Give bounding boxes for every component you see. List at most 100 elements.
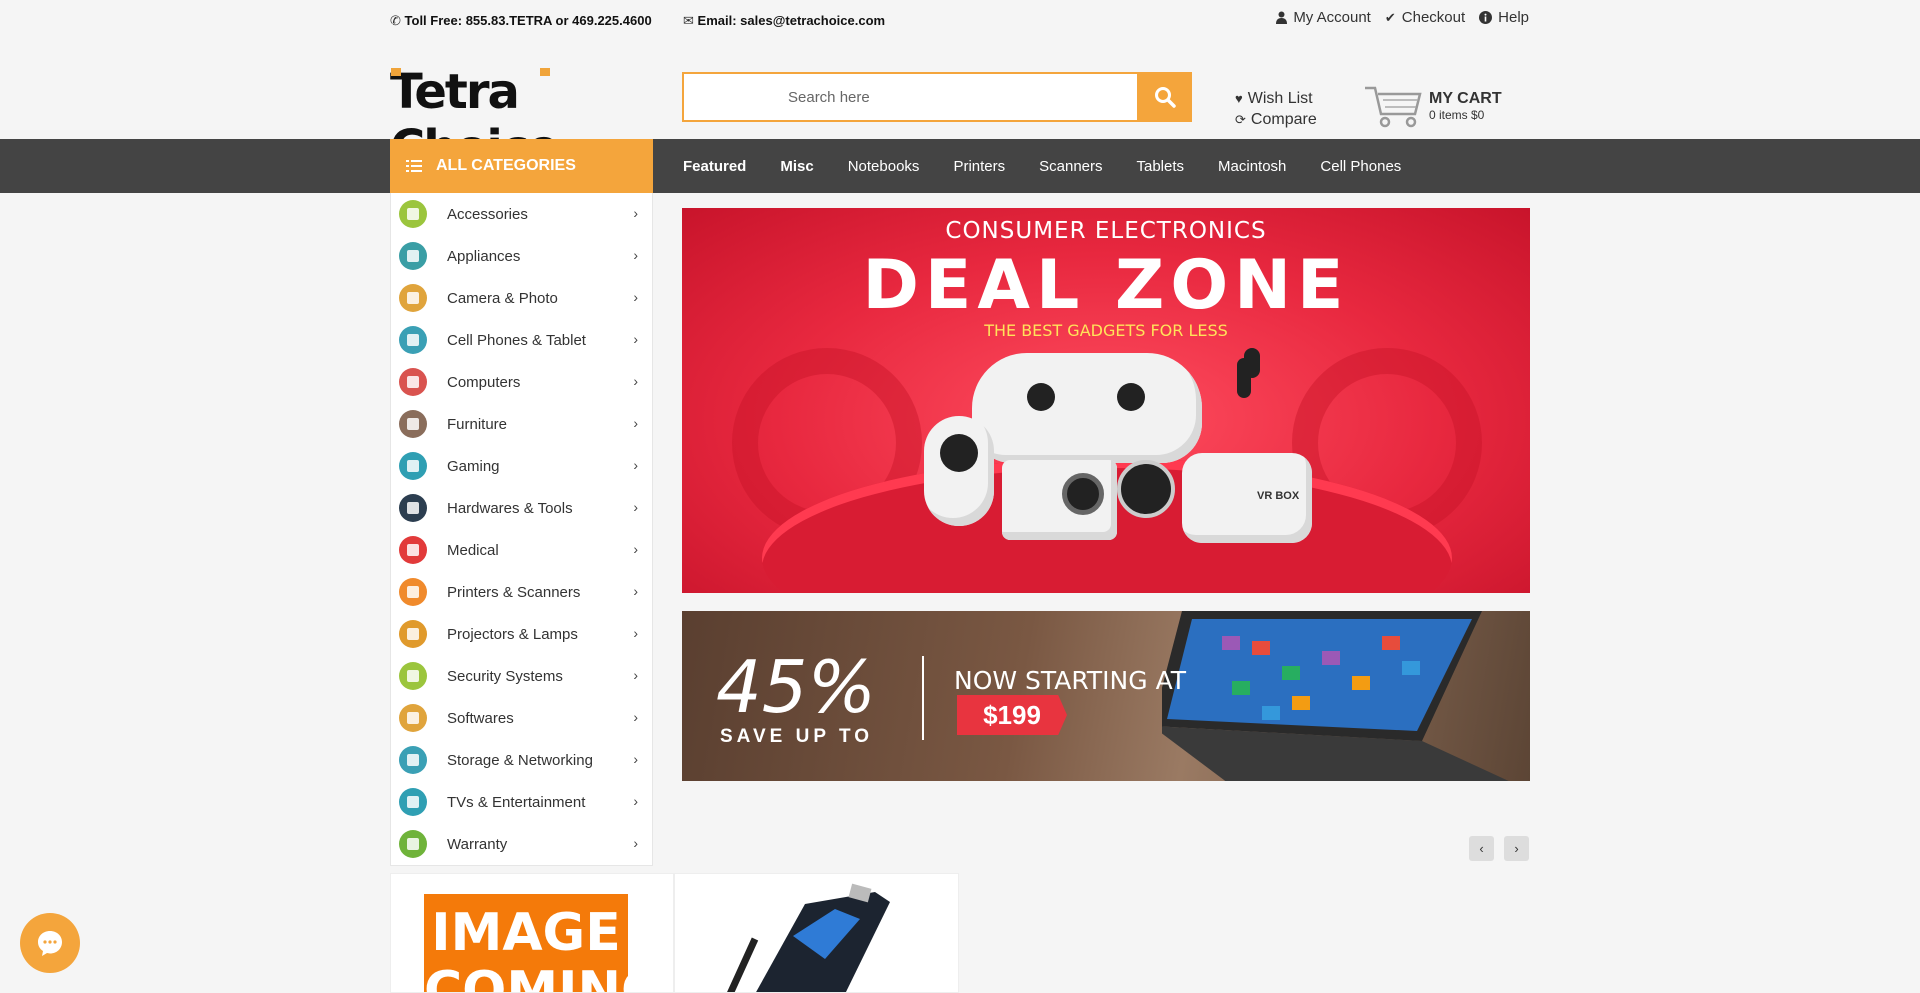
category-item[interactable]: Cell Phones & Tablet ›: [391, 319, 652, 361]
nav-scanners[interactable]: Scanners: [1039, 158, 1102, 175]
product-card[interactable]: IMAGE COMING: [390, 873, 674, 993]
help-link[interactable]: Help: [1479, 9, 1529, 26]
list-icon: [406, 160, 422, 172]
category-item[interactable]: Hardwares & Tools ›: [391, 487, 652, 529]
category-item[interactable]: TVs & Entertainment ›: [391, 781, 652, 823]
category-item[interactable]: Medical ›: [391, 529, 652, 571]
checkout-link[interactable]: ✔ Checkout: [1385, 9, 1465, 26]
category-label: Accessories: [447, 205, 528, 223]
nav-links: Featured Misc Notebooks Printers Scanner…: [683, 139, 1401, 193]
email-label: Email:: [697, 13, 737, 28]
email-address[interactable]: sales@tetrachoice.com: [740, 13, 885, 28]
category-item[interactable]: Camera & Photo ›: [391, 277, 652, 319]
my-account-link[interactable]: My Account: [1276, 9, 1371, 26]
image-coming-placeholder: IMAGE COMING: [424, 894, 664, 992]
toll-free-number[interactable]: 855.83.TETRA or 469.225.4600: [466, 13, 652, 28]
category-sidebar: Accessories › Appliances › Camera & Photo › Ce…: [390, 193, 653, 866]
category-item[interactable]: Appliances ›: [391, 235, 652, 277]
category-item[interactable]: Projectors & Lamps ›: [391, 613, 652, 655]
chevron-right-icon: ›: [633, 751, 638, 767]
category-label: Gaming: [447, 457, 500, 475]
category-icon: [399, 326, 427, 354]
site-logo[interactable]: Tetra Choice: [390, 64, 652, 176]
category-label: Security Systems: [447, 667, 563, 685]
deal-zone-banner[interactable]: CONSUMER ELECTRONICS DEAL ZONE THE BEST …: [682, 208, 1530, 593]
category-label: Appliances: [447, 247, 521, 265]
category-icon: [399, 536, 427, 564]
nav-misc[interactable]: Misc: [780, 158, 813, 175]
my-account-label: My Account: [1293, 9, 1371, 26]
category-item[interactable]: Softwares ›: [391, 697, 652, 739]
category-icon: [399, 704, 427, 732]
category-item[interactable]: Computers ›: [391, 361, 652, 403]
shopping-cart-icon: [1365, 86, 1422, 128]
gamepad-stick-left: [1027, 383, 1055, 411]
nav-tablets[interactable]: Tablets: [1137, 158, 1185, 175]
search-button[interactable]: [1137, 72, 1192, 122]
nav-cell-phones[interactable]: Cell Phones: [1320, 158, 1401, 175]
live-chat-button[interactable]: [20, 913, 80, 973]
wishlist-link[interactable]: ♥ Wish List: [1235, 88, 1317, 109]
chevron-right-icon: ›: [633, 793, 638, 809]
compare-label: Compare: [1250, 111, 1317, 128]
nav-notebooks[interactable]: Notebooks: [848, 158, 920, 175]
banner-title: DEAL ZONE: [862, 246, 1350, 325]
slider-controls: ‹ ›: [1469, 836, 1529, 861]
slider-prev-button[interactable]: ‹: [1469, 836, 1494, 861]
product-card[interactable]: [674, 873, 959, 993]
nav-printers[interactable]: Printers: [953, 158, 1005, 175]
category-item[interactable]: Printers & Scanners ›: [391, 571, 652, 613]
action-camera-lens: [1062, 473, 1104, 515]
banner-subtitle: CONSUMER ELECTRONICS: [945, 218, 1267, 244]
category-label: Cell Phones & Tablet: [447, 331, 586, 349]
chevron-right-icon: ›: [633, 457, 638, 473]
cart-title: MY CART: [1429, 90, 1502, 107]
chevron-right-icon: ›: [633, 415, 638, 431]
heart-icon: ♥: [1235, 91, 1243, 106]
category-label: Projectors & Lamps: [447, 625, 578, 643]
chat-bubble-icon: [38, 931, 62, 956]
category-label: Hardwares & Tools: [447, 499, 573, 517]
all-categories-button[interactable]: ALL CATEGORIES: [390, 139, 653, 193]
category-item[interactable]: Security Systems ›: [391, 655, 652, 697]
chevron-right-icon: ›: [633, 289, 638, 305]
email-contact: ✉ Email: sales@tetrachoice.com: [683, 13, 885, 29]
camera-lens: [940, 434, 978, 472]
refresh-icon: ⟳: [1235, 112, 1246, 127]
laptop-sale-banner[interactable]: 45% SAVE UP TO NOW STARTING AT $199: [682, 611, 1530, 781]
chevron-right-icon: ›: [633, 835, 638, 851]
search-input[interactable]: [682, 72, 1137, 122]
nav-macintosh[interactable]: Macintosh: [1218, 158, 1286, 175]
check-icon: ✔: [1384, 9, 1396, 25]
chevron-right-icon: ›: [633, 667, 638, 683]
category-label: Computers: [447, 373, 521, 391]
site-header: Tetra Choice ♥ Wish List ⟳ Compare MY CA…: [0, 44, 1920, 176]
category-item[interactable]: Accessories ›: [391, 193, 652, 235]
chevron-right-icon: ›: [1514, 841, 1519, 856]
help-label: Help: [1498, 9, 1529, 26]
category-item[interactable]: Furniture ›: [391, 403, 652, 445]
cart-summary[interactable]: MY CART 0 items $0: [1363, 84, 1502, 128]
nav-featured[interactable]: Featured: [683, 158, 746, 175]
gamepad-image: [972, 353, 1202, 463]
mini-pc-stick-image: [727, 883, 890, 992]
vr-label: VR BOX: [1257, 490, 1300, 502]
category-icon: [399, 242, 427, 270]
toll-free-contact: ✆ Toll Free: 855.83.TETRA or 469.225.460…: [390, 13, 652, 29]
category-item[interactable]: Storage & Networking ›: [391, 739, 652, 781]
category-icon: [399, 578, 427, 606]
chevron-right-icon: ›: [633, 205, 638, 221]
category-item[interactable]: Gaming ›: [391, 445, 652, 487]
checkout-label: Checkout: [1401, 9, 1466, 26]
chevron-right-icon: ›: [633, 499, 638, 515]
chevron-right-icon: ›: [633, 541, 638, 557]
compare-link[interactable]: ⟳ Compare: [1235, 109, 1317, 130]
category-label: Softwares: [447, 709, 514, 727]
slider-next-button[interactable]: ›: [1504, 836, 1529, 861]
user-icon: [1276, 11, 1288, 24]
earphone-bud: [1244, 348, 1260, 378]
category-item[interactable]: Warranty ›: [391, 823, 652, 865]
category-icon: [399, 662, 427, 690]
wishlist-label: Wish List: [1247, 90, 1313, 107]
save-up-to-text: SAVE UP TO: [720, 726, 873, 747]
